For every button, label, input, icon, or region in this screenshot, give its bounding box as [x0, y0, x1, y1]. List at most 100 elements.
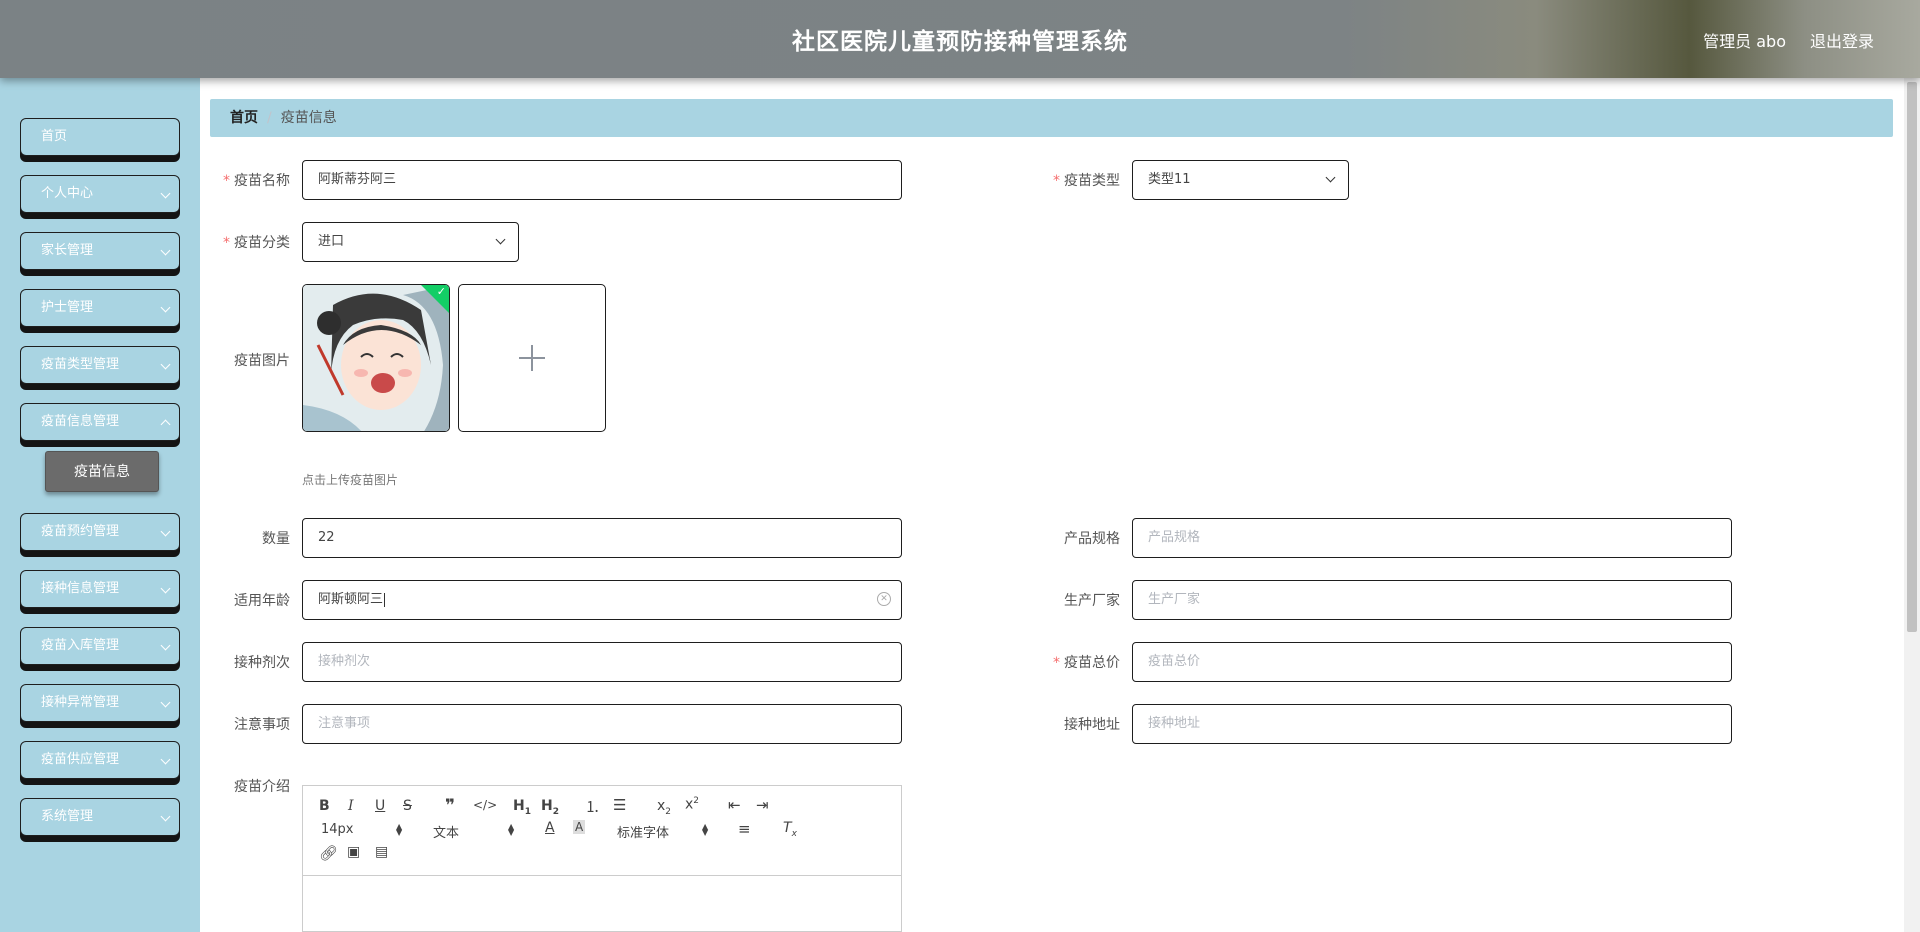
chevron-down-icon	[1325, 172, 1336, 183]
chevron-down-icon	[160, 640, 171, 651]
editor-toolbar: B I U S ❞ </> H1 H2 ⒈ ☰ x2 x2 ⇤ ⇥ 14px ▲ ▼…	[303, 786, 901, 876]
vaccine-category-value: 进口	[318, 234, 345, 249]
sidebar-item-label: 个人中心	[41, 186, 94, 201]
admin-user-label: 管理员 abo	[1703, 32, 1786, 51]
blockquote-icon[interactable]: ❞	[445, 796, 455, 816]
bullet-list-icon[interactable]: ☰	[613, 796, 626, 814]
bold-icon[interactable]: B	[319, 798, 330, 814]
sidebar-item-label: 疫苗类型管理	[41, 357, 120, 372]
sidebar-item-label: 接种异常管理	[41, 695, 120, 710]
sidebar-item-label: 疫苗供应管理	[41, 752, 120, 767]
italic-icon[interactable]: I	[348, 798, 354, 814]
sidebar-item-label: 疫苗预约管理	[41, 524, 120, 539]
vaccine-type-label: * 疫苗类型	[1053, 173, 1120, 189]
chevron-down-icon	[495, 234, 506, 245]
image-upload-button[interactable]	[458, 284, 606, 432]
sidebar-item-label: 系统管理	[41, 809, 94, 824]
manufacturer-label: 生产厂家	[1064, 593, 1120, 609]
manufacturer-input[interactable]: 生产厂家	[1132, 580, 1732, 620]
font-family-select[interactable]: 标准字体 ▲ ▼	[617, 822, 708, 842]
clear-icon[interactable]: ✕	[877, 592, 891, 606]
strikethrough-icon[interactable]: S	[403, 798, 412, 814]
subscript-icon[interactable]: x2	[657, 798, 671, 817]
uploaded-vaccine-image[interactable]: ✓	[302, 284, 450, 432]
check-icon: ✓	[436, 285, 446, 298]
vaccine-image-label: 疫苗图片	[234, 353, 290, 369]
chevron-down-icon	[160, 188, 171, 199]
sidebar-item-nurse-management[interactable]: 护士管理	[20, 289, 180, 327]
sidebar-item-label: 护士管理	[41, 300, 94, 315]
text-color-icon[interactable]: A	[545, 820, 555, 836]
sort-icon: ▲ ▼	[396, 822, 403, 837]
font-family-value: 标准字体	[617, 826, 670, 841]
align-icon[interactable]: ≡	[738, 820, 751, 838]
rich-text-editor: B I U S ❞ </> H1 H2 ⒈ ☰ x2 x2 ⇤ ⇥ 14px ▲ ▼…	[302, 785, 902, 932]
background-color-icon[interactable]: A	[573, 820, 586, 834]
vaccine-type-select[interactable]: 类型11	[1132, 160, 1349, 200]
superscript-icon[interactable]: x2	[685, 796, 699, 813]
sidebar-item-vaccine-supply-management[interactable]: 疫苗供应管理	[20, 741, 180, 779]
vaccine-name-label: * 疫苗名称	[223, 173, 290, 189]
sidebar-item-label: 家长管理	[41, 243, 94, 258]
sidebar: 首页 个人中心 家长管理 护士管理 疫苗类型管理 疫苗信息管理 疫苗预约管理 接…	[0, 78, 200, 932]
plus-icon	[519, 345, 545, 371]
sidebar-subitem-vaccine-info[interactable]: 疫苗信息	[45, 451, 159, 492]
notes-input[interactable]: 注意事项	[302, 704, 902, 744]
breadcrumb-current: 疫苗信息	[280, 110, 337, 126]
chevron-down-icon	[160, 754, 171, 765]
system-title: 社区医院儿童预防接种管理系统	[792, 29, 1128, 55]
sidebar-item-label: 疫苗入库管理	[41, 638, 120, 653]
total-price-input[interactable]: 疫苗总价	[1132, 642, 1732, 682]
font-size-select[interactable]: 14px ▲ ▼	[321, 822, 402, 837]
header-select[interactable]: 文本 ▲ ▼	[433, 822, 514, 842]
doses-input[interactable]: 接种剂次	[302, 642, 902, 682]
text-caret	[384, 592, 386, 607]
indent-icon[interactable]: ⇥	[756, 796, 769, 814]
heading1-icon[interactable]: H1	[513, 798, 531, 817]
vaccine-name-input[interactable]: 阿斯蒂芬阿三	[302, 160, 902, 200]
outdent-icon[interactable]: ⇤	[728, 796, 741, 814]
address-input[interactable]: 接种地址	[1132, 704, 1732, 744]
vaccine-category-select[interactable]: 进口	[302, 222, 519, 262]
spec-label: 产品规格	[1064, 531, 1120, 547]
vaccine-category-label: * 疫苗分类	[223, 235, 290, 251]
top-header: 社区医院儿童预防接种管理系统 管理员 abo 退出登录	[0, 0, 1920, 78]
sort-icon: ▲ ▼	[702, 822, 709, 837]
age-value: 阿斯顿阿三	[318, 592, 384, 607]
sort-icon: ▲ ▼	[508, 822, 515, 837]
sidebar-item-vaccine-info-management[interactable]: 疫苗信息管理	[20, 403, 180, 441]
page-scrollbar[interactable]	[1904, 78, 1920, 932]
breadcrumb-home[interactable]: 首页	[230, 110, 258, 126]
heading2-icon[interactable]: H2	[541, 798, 559, 817]
sidebar-item-system-management[interactable]: 系统管理	[20, 798, 180, 836]
breadcrumb-separator: /	[267, 110, 272, 126]
doses-label: 接种剂次	[234, 655, 290, 671]
vaccine-type-value: 类型11	[1148, 172, 1191, 187]
header-value: 文本	[433, 826, 460, 841]
chevron-down-icon	[160, 811, 171, 822]
spec-input[interactable]: 产品规格	[1132, 518, 1732, 558]
link-icon[interactable]: 🔗︎	[319, 844, 338, 862]
sidebar-item-label: 接种信息管理	[41, 581, 120, 596]
ordered-list-icon[interactable]: ⒈	[585, 796, 600, 817]
age-label: 适用年龄	[234, 593, 290, 609]
chevron-down-icon	[160, 697, 171, 708]
notes-label: 注意事项	[234, 717, 290, 733]
scrollbar-thumb[interactable]	[1907, 82, 1917, 632]
clear-format-icon[interactable]: Tx	[783, 820, 797, 839]
video-icon[interactable]: ▤	[375, 844, 388, 860]
intro-label: 疫苗介绍	[234, 779, 290, 795]
logout-button[interactable]: 退出登录	[1810, 28, 1874, 52]
image-icon[interactable]: ▣	[347, 844, 360, 860]
total-price-label: * 疫苗总价	[1053, 655, 1120, 671]
sidebar-item-label: 首页	[41, 129, 68, 144]
age-input[interactable]: 阿斯顿阿三 ✕	[302, 580, 902, 620]
anime-girl-thumbnail	[303, 285, 449, 431]
quantity-label: 数量	[262, 531, 290, 547]
chevron-down-icon	[160, 302, 171, 313]
underline-icon[interactable]: U	[375, 798, 385, 814]
code-block-icon[interactable]: </>	[473, 798, 497, 812]
font-size-value: 14px	[321, 822, 354, 837]
quantity-input[interactable]: 22	[302, 518, 902, 558]
sidebar-item-home[interactable]: 首页	[20, 118, 180, 156]
